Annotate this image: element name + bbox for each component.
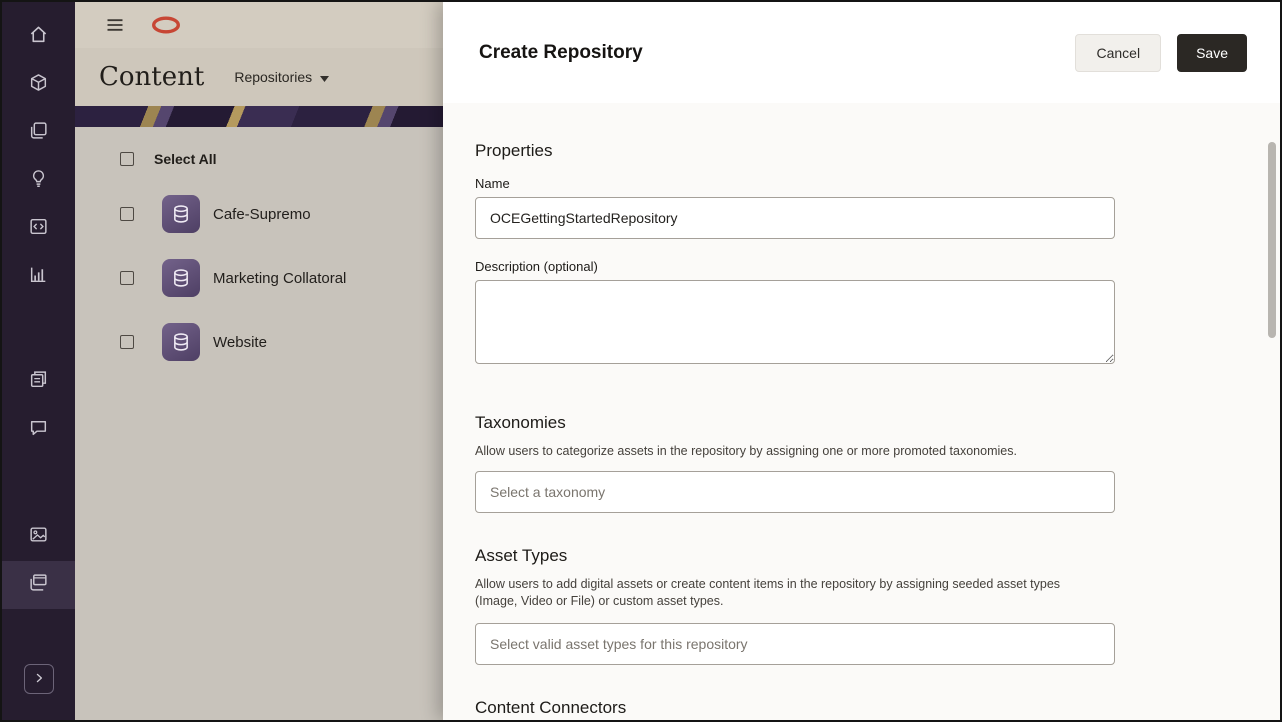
panel-body: Properties Name Description (optional) T…	[443, 103, 1280, 720]
content-area: Content Repositories Select All Cafe-Sup…	[75, 2, 443, 720]
decorative-banner	[75, 106, 443, 127]
menu-icon[interactable]	[105, 15, 125, 35]
sidebar-item-ideas[interactable]	[2, 157, 75, 205]
panel-scrollbar[interactable]	[1268, 142, 1276, 338]
sidebar-item-home[interactable]	[2, 13, 75, 61]
create-repository-panel: Create Repository Cancel Save Properties…	[443, 2, 1280, 720]
list-item[interactable]: Website	[120, 323, 443, 361]
image-icon	[28, 524, 49, 550]
sidebar-item-media[interactable]	[2, 513, 75, 561]
repositories-dropdown[interactable]: Repositories	[234, 69, 329, 85]
database-icon	[162, 259, 200, 297]
sidebar-item-conversations[interactable]	[2, 406, 75, 454]
select-all-row: Select All	[120, 149, 443, 169]
list-item[interactable]: Cafe-Supremo	[120, 195, 443, 233]
oracle-logo	[151, 16, 181, 34]
repositories-dropdown-label: Repositories	[234, 69, 312, 85]
panel-header: Create Repository Cancel Save	[443, 2, 1280, 103]
sidebar-expand-button[interactable]	[24, 664, 54, 694]
properties-heading: Properties	[475, 141, 1280, 161]
sidebar-group-sites	[2, 513, 75, 609]
database-icon	[162, 195, 200, 233]
repository-name: Website	[213, 334, 267, 351]
row-checkbox[interactable]	[120, 271, 134, 285]
content-connectors-heading: Content Connectors	[475, 698, 1280, 718]
repository-list: Select All Cafe-Supremo Marketing Collat…	[75, 127, 443, 720]
panel-title: Create Repository	[479, 42, 1075, 64]
sidebar-item-sites[interactable]	[2, 561, 75, 609]
lightbulb-icon	[28, 168, 49, 194]
page-head: Content Repositories	[75, 48, 443, 106]
sidebar-group-docs	[2, 358, 75, 454]
cube-icon	[28, 72, 49, 98]
chevron-right-icon	[31, 670, 47, 689]
repository-name: Marketing Collatoral	[213, 270, 346, 287]
name-label: Name	[475, 176, 1280, 191]
code-box-icon	[28, 216, 49, 242]
chevron-down-icon	[320, 69, 329, 85]
taxonomies-description: Allow users to categorize assets in the …	[475, 443, 1100, 459]
sidebar	[2, 2, 75, 720]
sidebar-item-collections[interactable]	[2, 109, 75, 157]
row-checkbox[interactable]	[120, 335, 134, 349]
page-title: Content	[99, 62, 204, 92]
sidebar-item-analytics[interactable]	[2, 253, 75, 301]
description-label: Description (optional)	[475, 259, 1280, 274]
database-icon	[162, 323, 200, 361]
select-all-label: Select All	[154, 151, 217, 167]
taxonomy-select-input[interactable]	[475, 471, 1115, 513]
repository-name: Cafe-Supremo	[213, 206, 311, 223]
list-item[interactable]: Marketing Collatoral	[120, 259, 443, 297]
windows-icon	[28, 572, 49, 598]
asset-types-heading: Asset Types	[475, 546, 1280, 566]
sidebar-item-assets[interactable]	[2, 61, 75, 109]
select-all-checkbox[interactable]	[120, 152, 134, 166]
sidebar-group-main	[2, 13, 75, 301]
asset-types-select-input[interactable]	[475, 623, 1115, 665]
bar-chart-icon	[28, 264, 49, 290]
documents-icon	[28, 369, 49, 395]
sidebar-item-documents[interactable]	[2, 358, 75, 406]
home-icon	[28, 24, 49, 50]
description-field[interactable]	[475, 280, 1115, 364]
chat-icon	[28, 417, 49, 443]
name-field[interactable]	[475, 197, 1115, 239]
taxonomies-heading: Taxonomies	[475, 413, 1280, 433]
stack-icon	[28, 120, 49, 146]
sidebar-item-embed[interactable]	[2, 205, 75, 253]
row-checkbox[interactable]	[120, 207, 134, 221]
app-window: Content Repositories Select All Cafe-Sup…	[0, 0, 1282, 722]
topbar	[75, 2, 443, 48]
cancel-button[interactable]: Cancel	[1075, 34, 1161, 72]
save-button[interactable]: Save	[1177, 34, 1247, 72]
asset-types-description: Allow users to add digital assets or cre…	[475, 576, 1100, 609]
